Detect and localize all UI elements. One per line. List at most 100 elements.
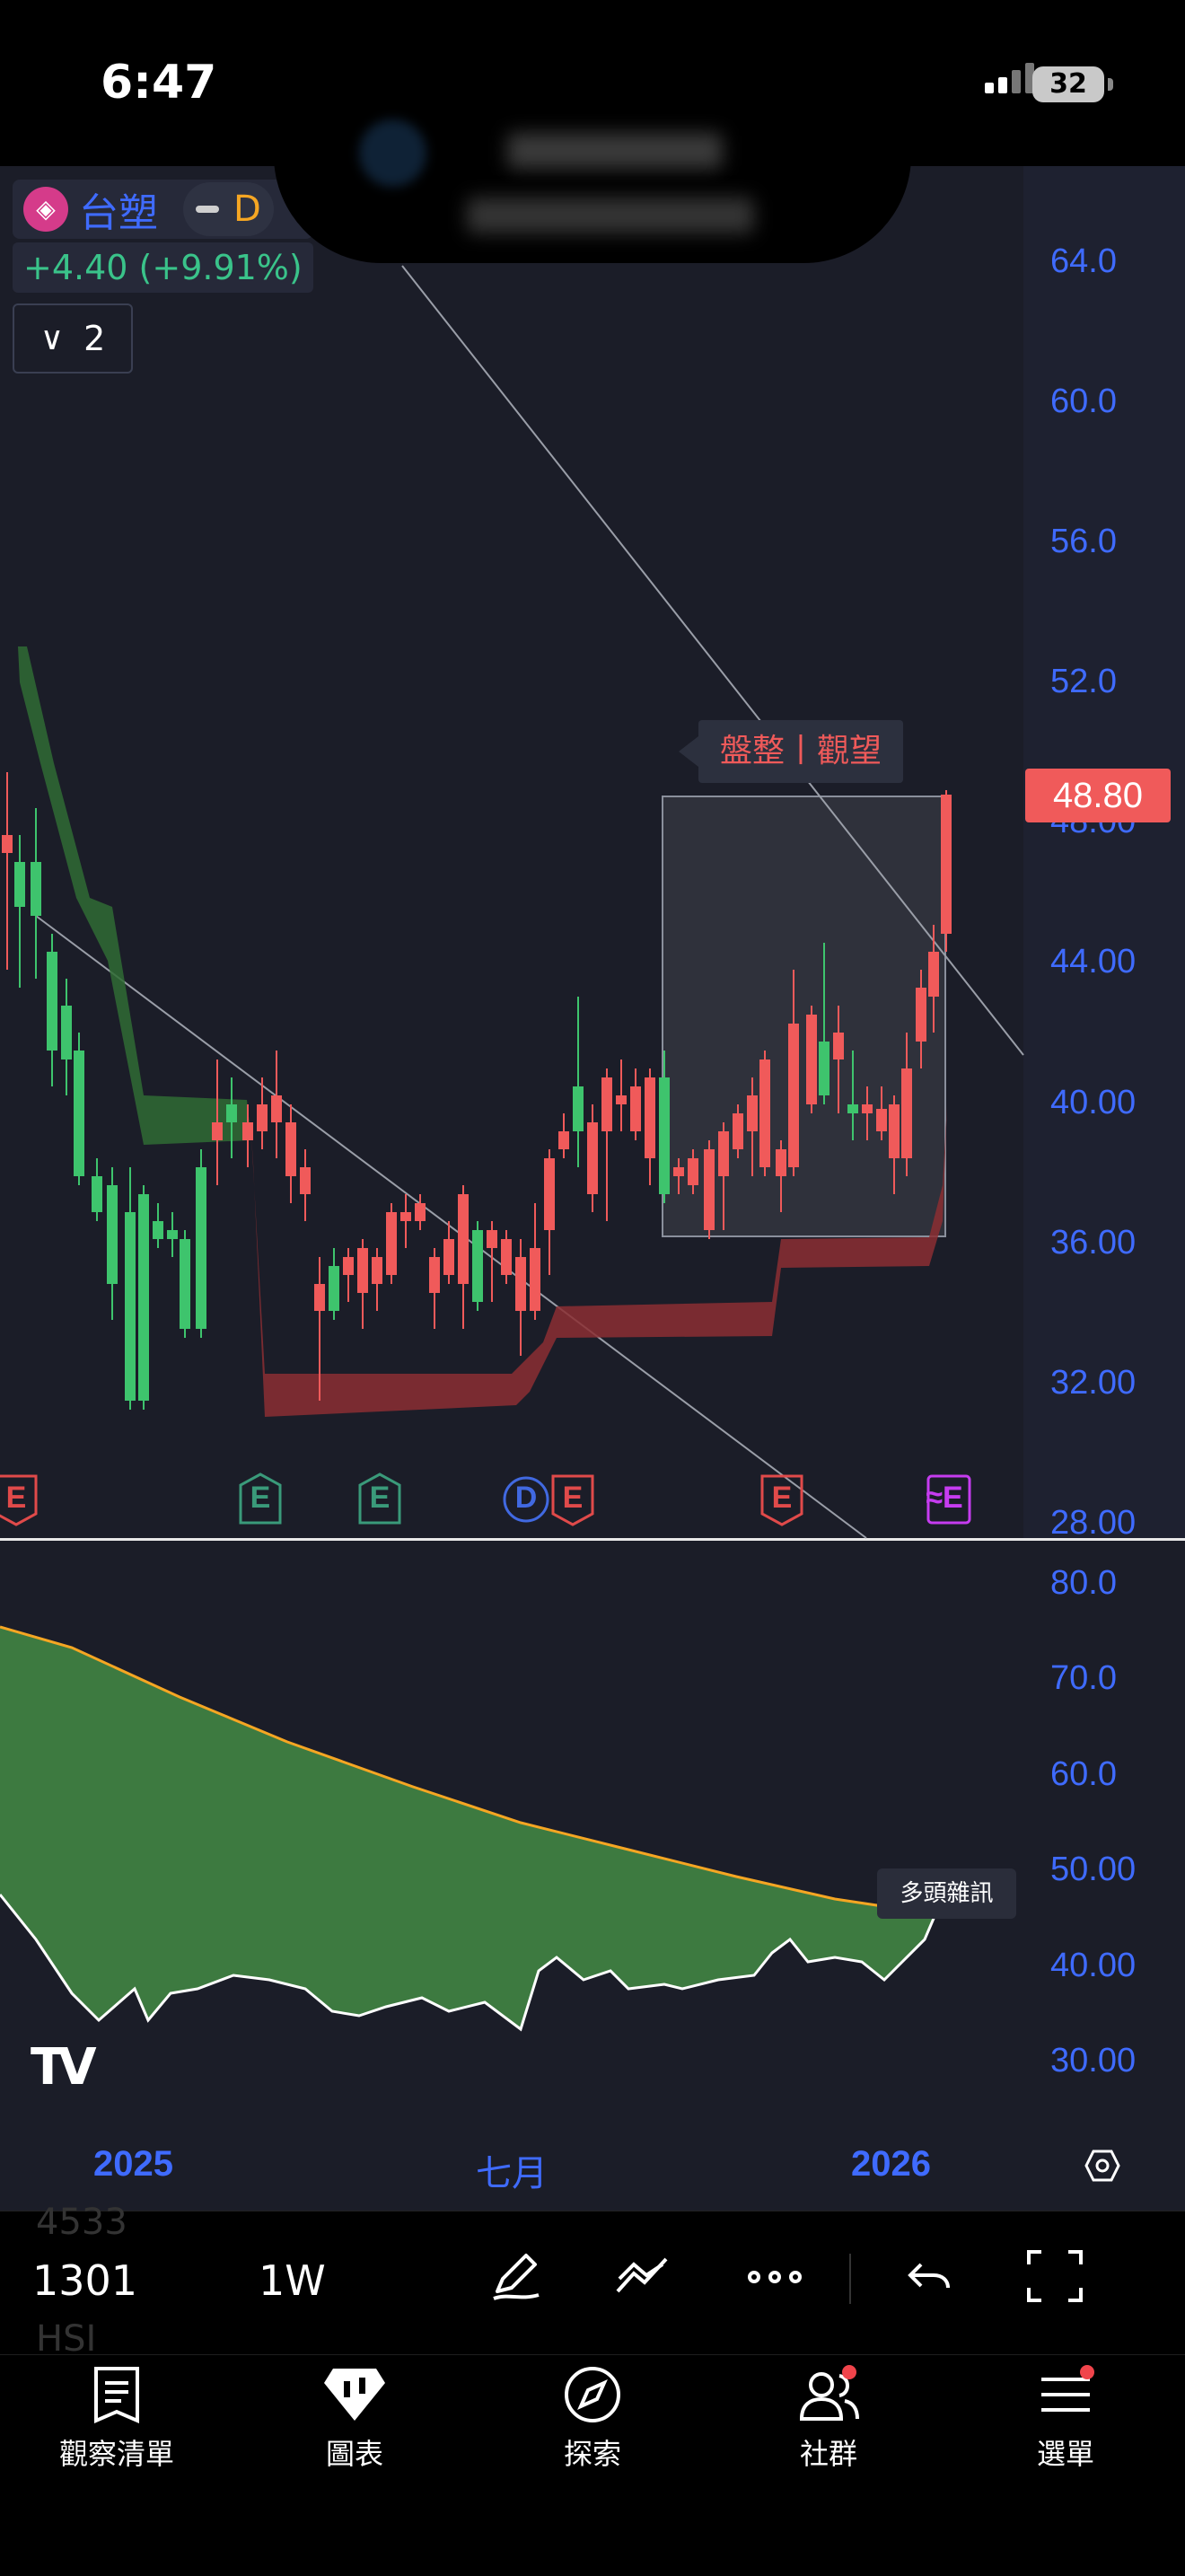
candle-body: [501, 1239, 512, 1275]
candle-body: [673, 1167, 684, 1176]
momentum-area: [0, 1627, 938, 2029]
dividend-marker[interactable]: D: [503, 1473, 549, 1526]
candle-body: [343, 1257, 354, 1275]
candle-body: [167, 1230, 178, 1239]
tab-label: 探索: [563, 2437, 621, 2471]
candle-body: [285, 1122, 296, 1176]
pattern-label[interactable]: 盤整丨觀望: [679, 720, 903, 783]
drawing-tools-icon[interactable]: [610, 2245, 673, 2308]
symbol-legend[interactable]: ◈ 台塑 D +4.40 (+9.91%) ∨ 2: [13, 180, 313, 374]
interval-pill[interactable]: D: [183, 182, 274, 236]
tab-watchlist[interactable]: 觀察清單: [27, 2363, 206, 2473]
candle-body: [226, 1104, 237, 1122]
earnings-marker[interactable]: E: [0, 1473, 40, 1526]
candle-body: [138, 1194, 149, 1401]
indicator-tick: 60.0: [1050, 1755, 1117, 1793]
candle-body: [487, 1230, 497, 1248]
time-axis[interactable]: [0, 2115, 1185, 2209]
candle-body: [806, 1015, 817, 1104]
candle-body: [357, 1248, 368, 1293]
interval-badge: D: [233, 189, 261, 230]
candle-body: [47, 952, 57, 1051]
indicator-tick: 80.0: [1050, 1564, 1117, 1602]
tab-label: 選單: [1036, 2437, 1094, 2471]
symbol-row[interactable]: ◈ 台塑 D: [13, 180, 313, 239]
tab-explore[interactable]: 探索: [503, 2363, 682, 2473]
notification-dot: [1080, 2365, 1094, 2379]
indicator-tick: 30.00: [1050, 2042, 1137, 2079]
candle-body: [704, 1149, 715, 1230]
candle-body: [153, 1221, 163, 1239]
time-tick: 七月: [476, 2154, 548, 2194]
candle-body: [458, 1194, 469, 1284]
tab-label: 圖表: [325, 2437, 383, 2471]
candle-body: [573, 1086, 584, 1131]
candle-body: [928, 952, 939, 997]
tab-menu[interactable]: 選單: [976, 2363, 1155, 2473]
candle-body: [515, 1257, 526, 1311]
price-tick: 28.00: [1050, 1504, 1137, 1542]
candle-body: [941, 795, 952, 934]
earnings-marker[interactable]: E: [549, 1473, 596, 1526]
candle-body: [314, 1284, 325, 1311]
indicator-tick: 70.0: [1050, 1659, 1117, 1697]
price-change: +4.40 (+9.91%): [13, 242, 313, 293]
noise-label[interactable]: 多頭雜訊: [877, 1868, 1016, 1919]
candle-body: [257, 1104, 268, 1131]
earnings-marker[interactable]: E: [237, 1473, 284, 1526]
candle-body: [645, 1077, 655, 1158]
toolbar-separator: [849, 2254, 851, 2304]
candle-body: [31, 862, 41, 916]
candle-body: [847, 1104, 858, 1113]
candle-body: [74, 1051, 84, 1176]
candle-body: [587, 1122, 598, 1194]
dynamic-island: [274, 34, 911, 263]
candle-body: [300, 1167, 311, 1194]
symbol-name[interactable]: 台塑: [79, 180, 158, 238]
earnings-marker[interactable]: E: [759, 1473, 805, 1526]
upcoming-earnings-marker[interactable]: ≈E: [916, 1473, 973, 1526]
indicator-tick: 50.00: [1050, 1851, 1137, 1888]
indicator-count: 2: [83, 319, 106, 358]
candle-body: [271, 1095, 282, 1122]
earnings-marker[interactable]: E: [356, 1473, 403, 1526]
candle-body: [196, 1167, 206, 1329]
candle-body: [876, 1109, 887, 1131]
time-tick: 2025: [93, 2144, 173, 2184]
next-tool-icon[interactable]: [1158, 2245, 1185, 2308]
fullscreen-icon[interactable]: [1023, 2245, 1086, 2308]
candle-body: [916, 988, 926, 1042]
candle-body: [819, 1042, 830, 1095]
price-tick: 40.00: [1050, 1084, 1137, 1121]
symbol-logo-icon: ◈: [23, 187, 68, 232]
symbol-selector-button[interactable]: 1301: [32, 2256, 137, 2305]
candle-body: [601, 1077, 612, 1131]
candle-body: [107, 1185, 118, 1284]
indicators-toggle-button[interactable]: ∨ 2: [13, 303, 133, 374]
watchlist-icon: [94, 2367, 139, 2424]
candle-body: [901, 1068, 912, 1158]
candle-body: [788, 1024, 799, 1167]
price-tick: 36.00: [1050, 1224, 1137, 1262]
indicator-tick: 40.00: [1050, 1947, 1137, 1984]
candle-body: [372, 1257, 382, 1284]
candle-body: [242, 1122, 253, 1140]
notification-dot: [842, 2365, 856, 2379]
settings-hexagon-icon[interactable]: [1084, 2148, 1120, 2184]
price-tick: 32.00: [1050, 1364, 1137, 1402]
tab-label: 觀察清單: [58, 2437, 174, 2471]
candle-body: [759, 1059, 770, 1167]
candle-body: [558, 1131, 569, 1149]
candle-body: [718, 1131, 729, 1176]
candle-body: [659, 1077, 670, 1194]
candle-body: [630, 1086, 641, 1131]
more-icon[interactable]: [743, 2245, 806, 2308]
chevron-down-icon: ∨: [40, 320, 65, 357]
tab-chart[interactable]: 圖表: [265, 2363, 444, 2473]
last-price-tag: 48.80: [1025, 769, 1171, 822]
pencil-icon[interactable]: [485, 2245, 548, 2308]
tab-community[interactable]: 社群: [739, 2363, 918, 2473]
interval-selector-button[interactable]: 1W: [259, 2256, 326, 2305]
undo-icon[interactable]: [898, 2245, 961, 2308]
candle-body: [92, 1176, 102, 1212]
